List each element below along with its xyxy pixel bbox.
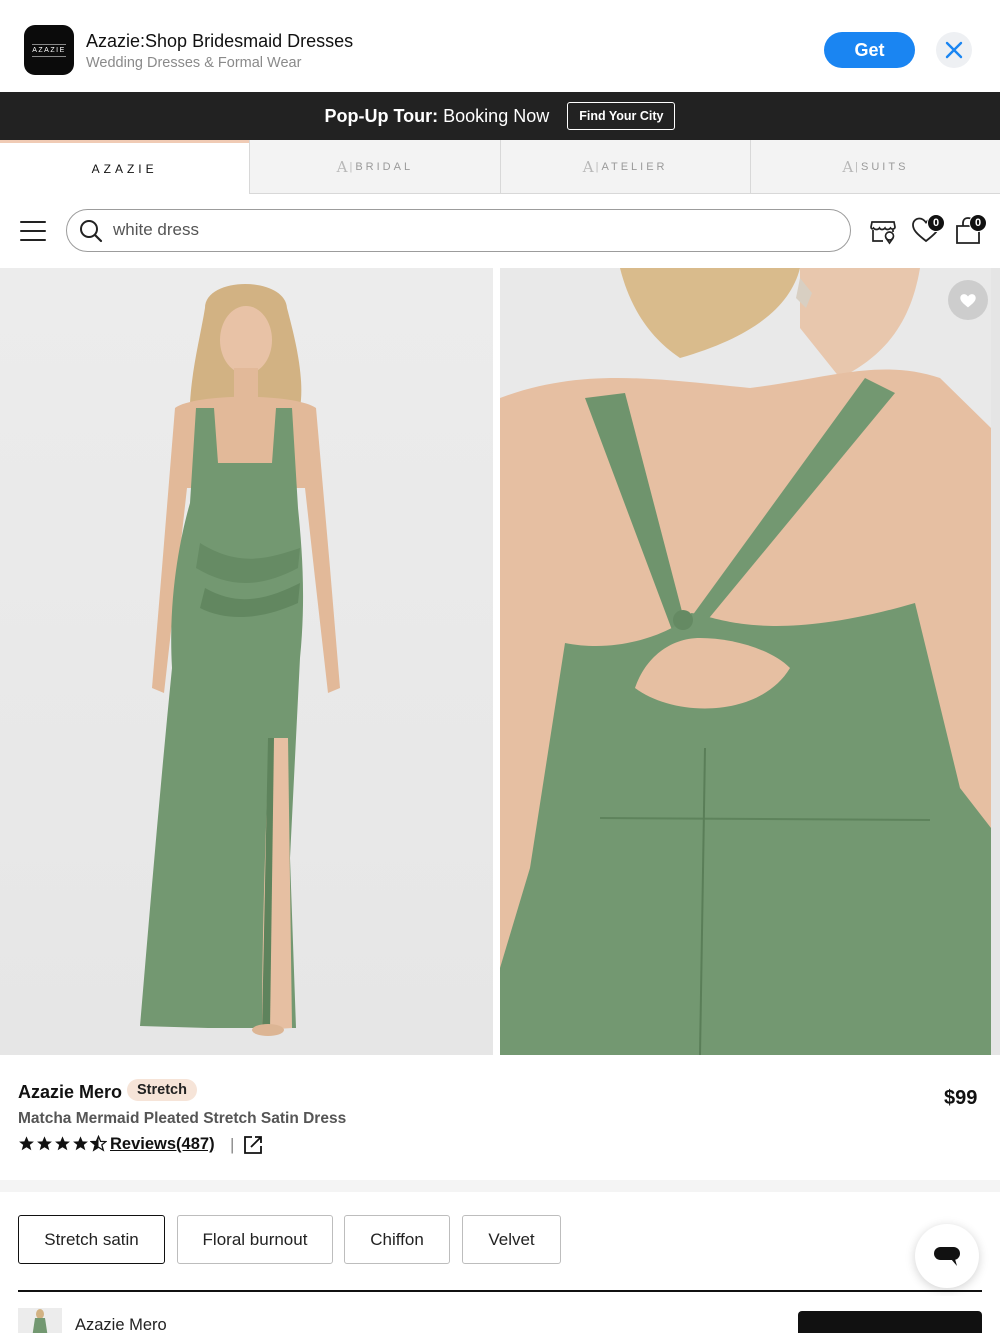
fabric-selector: Stretch satin Floral burnout Chiffon Vel…: [0, 1192, 1000, 1292]
tab-divider: |: [855, 160, 859, 173]
thumbnail-image: [32, 1309, 48, 1333]
promo-bar: Pop-Up Tour: Booking Now Find Your City: [0, 92, 1000, 140]
page: AZAZIE Azazie:Shop Bridesmaid Dresses We…: [0, 0, 1000, 1333]
get-app-button[interactable]: Get: [824, 32, 915, 68]
star-full-icon: [37, 1136, 52, 1151]
model-front-illustration: [140, 284, 340, 1036]
product-image-back[interactable]: [500, 268, 991, 1055]
fabric-chip-stretch-satin[interactable]: Stretch satin: [18, 1215, 165, 1264]
product-info: Azazie Mero Stretch $99 Matcha Mermaid P…: [0, 1055, 1000, 1180]
add-to-bag-button[interactable]: [798, 1311, 982, 1333]
close-icon: [945, 41, 963, 59]
brand-tabs: AZAZIE A | BRIDAL A | ATELIER A | SUITS: [0, 140, 1000, 194]
tab-label: SUITS: [861, 160, 909, 173]
store-locator-icon[interactable]: [868, 215, 898, 245]
tab-divider: |: [595, 160, 599, 173]
app-title: Azazie:Shop Bridesmaid Dresses: [86, 31, 354, 51]
model-back-illustration: [500, 268, 991, 1055]
heart-icon: [960, 294, 976, 308]
header-search-row: 0 0: [0, 194, 1000, 268]
next-image-edge: [991, 268, 1000, 1055]
sticky-bar-border: [18, 1290, 982, 1292]
promo-text: Pop-Up Tour: Booking Now: [325, 106, 550, 127]
tab-label: BRIDAL: [355, 160, 414, 173]
app-icon[interactable]: AZAZIE: [24, 25, 74, 75]
star-full-icon: [73, 1136, 88, 1151]
app-install-banner: AZAZIE Azazie:Shop Bridesmaid Dresses We…: [0, 0, 1000, 92]
app-subtitle: Wedding Dresses & Formal Wear: [86, 55, 302, 71]
tab-bridal[interactable]: A | BRIDAL: [249, 140, 500, 194]
sticky-product-name: Azazie Mero: [75, 1316, 167, 1333]
separator: |: [230, 1135, 235, 1154]
star-full-icon: [19, 1136, 34, 1151]
promo-rest: Booking Now: [438, 105, 550, 126]
fabric-chip-floral-burnout[interactable]: Floral burnout: [177, 1215, 333, 1264]
app-icon-text: AZAZIE: [32, 43, 66, 57]
product-name: Azazie Mero: [18, 1082, 123, 1102]
search-icon[interactable]: [79, 219, 103, 243]
add-to-favorites-button[interactable]: [948, 280, 988, 320]
cart-count-badge: 0: [969, 214, 987, 232]
chat-button[interactable]: [915, 1224, 979, 1288]
fabric-chip-velvet[interactable]: Velvet: [462, 1215, 561, 1264]
search-input[interactable]: [113, 210, 813, 250]
share-external-icon[interactable]: [243, 1135, 263, 1155]
tab-suits[interactable]: A | SUITS: [749, 140, 1000, 194]
wishlist-count-badge: 0: [927, 214, 945, 232]
tab-label: AZAZIE: [91, 161, 158, 176]
fabric-chip-chiffon[interactable]: Chiffon: [344, 1215, 450, 1264]
hamburger-menu-icon[interactable]: [20, 221, 46, 241]
product-thumbnail[interactable]: [18, 1308, 62, 1333]
search-box[interactable]: [66, 209, 851, 252]
stretch-tag: Stretch: [127, 1079, 197, 1101]
azazie-mark-icon: A: [336, 157, 348, 176]
close-banner-button[interactable]: [936, 32, 972, 68]
chat-bubble-icon: [934, 1247, 960, 1266]
star-full-icon: [55, 1136, 70, 1151]
tab-label: ATELIER: [601, 160, 668, 173]
promo-bold: Pop-Up Tour:: [324, 105, 439, 126]
reviews-link[interactable]: Reviews(487): [110, 1135, 215, 1154]
product-price: $99: [944, 1087, 978, 1109]
tab-azazie[interactable]: AZAZIE: [0, 140, 250, 194]
azazie-mark-icon: A: [582, 157, 594, 176]
find-your-city-button[interactable]: Find Your City: [567, 102, 676, 130]
azazie-mark-icon: A: [842, 157, 854, 176]
section-divider: [0, 1180, 1000, 1192]
tab-divider: |: [349, 160, 353, 173]
product-image-front[interactable]: [0, 268, 493, 1055]
sticky-purchase-bar: Azazie Mero: [0, 1296, 1000, 1333]
product-description: Matcha Mermaid Pleated Stretch Satin Dre…: [18, 1110, 347, 1127]
star-half-icon: [90, 1135, 107, 1152]
rating-stars: [18, 1135, 107, 1155]
tab-atelier[interactable]: A | ATELIER: [499, 140, 750, 194]
